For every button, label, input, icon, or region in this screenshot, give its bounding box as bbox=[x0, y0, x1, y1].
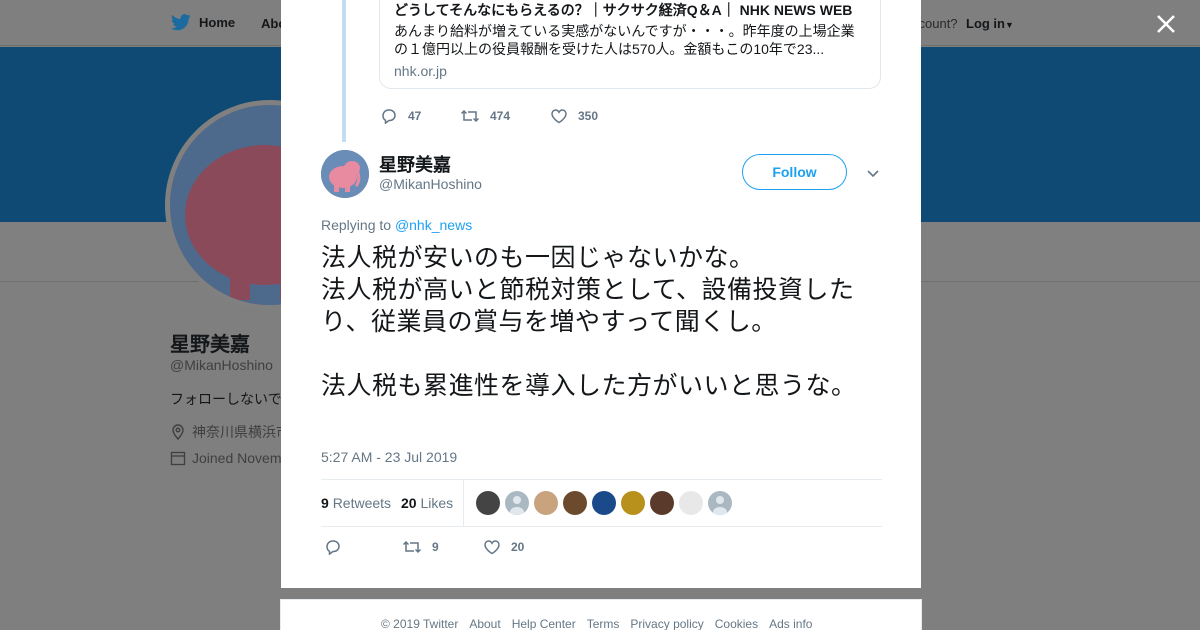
replying-prefix: Replying to bbox=[321, 217, 395, 233]
replying-handle-link[interactable]: @nhk_news bbox=[395, 217, 472, 233]
calendar-icon bbox=[170, 451, 186, 466]
home-label: Home bbox=[199, 15, 236, 30]
thread-connector-line bbox=[342, 0, 346, 142]
author-handle[interactable]: @MikanHoshino bbox=[379, 176, 482, 192]
reply-icon bbox=[382, 109, 396, 124]
like-action[interactable]: 350 bbox=[550, 108, 598, 124]
tweet-modal: どうしてそんなにもらえるの？｜サクサク経済Q＆A｜ NHK NEWS WEB あ… bbox=[281, 0, 921, 588]
card-domain: nhk.or.jp bbox=[394, 63, 447, 79]
login-dropdown[interactable]: Log in▼ bbox=[966, 16, 1014, 31]
tweet-timestamp[interactable]: 5:27 AM - 23 Jul 2019 bbox=[321, 449, 457, 465]
retweet-action-count: 9 bbox=[432, 540, 439, 554]
tweet-actions: 9 20 bbox=[324, 539, 624, 559]
retweet-stat-label: Retweets bbox=[332, 495, 392, 511]
card-description: あんまり給料が増えている実感がないんですが・・・。昨年度の上場企業の１億円以上の… bbox=[394, 23, 855, 57]
joined-text: Joined Novemb bbox=[192, 450, 290, 466]
like-action-count: 20 bbox=[511, 540, 525, 554]
footer-link[interactable]: About bbox=[469, 617, 500, 630]
location-pin-icon bbox=[172, 424, 184, 440]
heart-icon bbox=[484, 540, 500, 555]
location-text: 神奈川県横浜市 bbox=[192, 424, 290, 440]
footer-link[interactable]: Privacy policy bbox=[630, 617, 703, 630]
login-label: Log in bbox=[966, 16, 1005, 31]
caret-down-icon: ▼ bbox=[1005, 20, 1014, 30]
stats-divider bbox=[463, 480, 464, 526]
retweet-count: 474 bbox=[490, 109, 511, 123]
retweet-action[interactable]: 9 bbox=[402, 539, 439, 555]
like-stat-count: 20 bbox=[401, 495, 417, 511]
avatar-logo-icon[interactable] bbox=[650, 491, 674, 515]
footer-link[interactable]: Help Center bbox=[512, 617, 576, 630]
card-title: どうしてそんなにもらえるの？｜サクサク経済Q＆A｜ NHK NEWS WEB bbox=[394, 2, 853, 18]
footer-links: © 2019 Twitter About Help Center Terms Priva… bbox=[381, 617, 812, 630]
profile-bio: フォローしないで bbox=[170, 391, 282, 407]
retweet-action[interactable]: 474 bbox=[460, 108, 550, 124]
avatar-figure-icon[interactable] bbox=[621, 491, 645, 515]
footer-link[interactable]: © 2019 Twitter bbox=[381, 617, 458, 630]
heart-icon bbox=[551, 109, 567, 124]
reply-count: 47 bbox=[408, 109, 422, 123]
retweet-icon bbox=[460, 109, 480, 123]
reply-action[interactable] bbox=[324, 539, 342, 555]
avatar-dog-icon[interactable] bbox=[563, 491, 587, 515]
avatar-cat-icon[interactable] bbox=[534, 491, 558, 515]
retweets-stat[interactable]: 9 Retweets bbox=[321, 495, 391, 511]
profile-name: 星野美嘉 bbox=[170, 334, 250, 356]
replying-to: Replying to @nhk_news bbox=[321, 217, 472, 233]
liker-avatars bbox=[476, 491, 732, 515]
like-stat-label: Likes bbox=[420, 495, 454, 511]
profile-handle: @MikanHoshino bbox=[170, 357, 273, 373]
profile-location: 神奈川県横浜市 bbox=[170, 422, 290, 442]
tweet-stats: 9 Retweets 20 Likes bbox=[321, 479, 882, 527]
footer-link[interactable]: Cookies bbox=[715, 617, 758, 630]
likes-stat[interactable]: 20 Likes bbox=[401, 495, 453, 511]
avatar-default-icon[interactable] bbox=[708, 491, 732, 515]
profile-joined: Joined Novemb bbox=[170, 450, 289, 466]
retweet-stat-count: 9 bbox=[321, 495, 329, 511]
retweet-icon bbox=[402, 540, 422, 554]
avatar-face-1-icon[interactable] bbox=[476, 491, 500, 515]
avatar-anime-icon[interactable] bbox=[592, 491, 616, 515]
avatar-default-icon[interactable] bbox=[505, 491, 529, 515]
avatar-plane-icon[interactable] bbox=[679, 491, 703, 515]
home-nav-item[interactable]: Home bbox=[171, 14, 235, 31]
tweet-text: 法人税が安いのも一因じゃないかな。 法人税が高いと節税対策として、設備投資したり… bbox=[321, 243, 857, 400]
chevron-down-icon[interactable] bbox=[865, 165, 881, 181]
author-name[interactable]: 星野美嘉 bbox=[379, 151, 451, 177]
author-avatar[interactable] bbox=[321, 150, 369, 198]
link-preview-card[interactable]: どうしてそんなにもらえるの？｜サクサク経済Q＆A｜ NHK NEWS WEB あ… bbox=[379, 0, 881, 89]
reply-action[interactable]: 47 bbox=[380, 108, 460, 124]
like-action[interactable]: 20 bbox=[483, 539, 524, 555]
follow-button[interactable]: Follow bbox=[742, 154, 847, 190]
footer-link[interactable]: Terms bbox=[587, 617, 620, 630]
like-count: 350 bbox=[578, 109, 599, 123]
parent-tweet-actions: 47 474 350 bbox=[380, 108, 598, 124]
pink-elephant-icon bbox=[321, 150, 369, 198]
page-footer: © 2019 Twitter About Help Center Terms Priva… bbox=[280, 599, 922, 630]
footer-link[interactable]: Ads info bbox=[769, 617, 812, 630]
twitter-bird-icon bbox=[171, 14, 191, 31]
close-icon[interactable] bbox=[1152, 10, 1180, 38]
reply-icon bbox=[326, 540, 340, 555]
